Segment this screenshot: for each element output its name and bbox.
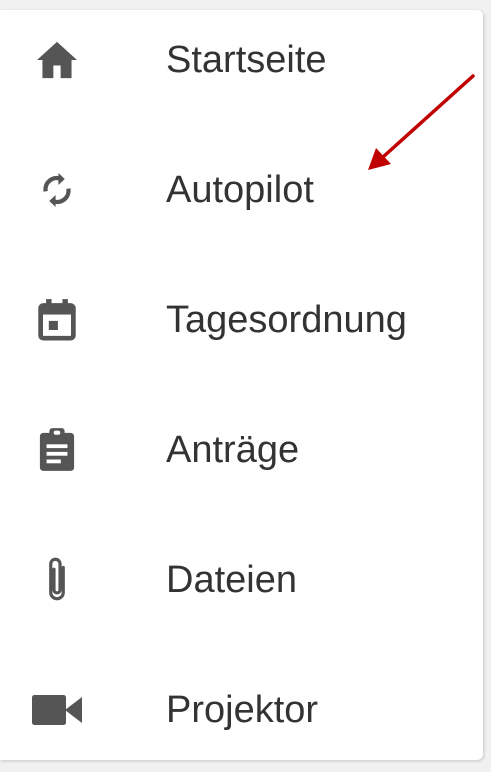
menu-item-dateien[interactable]: Dateien <box>0 520 483 640</box>
home-icon <box>28 0 86 120</box>
menu-item-antraege[interactable]: Anträge <box>0 390 483 510</box>
menu-item-label: Anträge <box>166 429 300 471</box>
menu-item-label: Projektor <box>166 689 319 731</box>
menu-item-label: Dateien <box>166 559 297 601</box>
menu-item-autopilot[interactable]: Autopilot <box>0 130 483 250</box>
main-navigation-menu: Startseite Autopilot Tagesordnung Anträg… <box>0 10 483 760</box>
menu-item-projektor[interactable]: Projektor <box>0 650 483 770</box>
calendar-icon <box>28 260 86 380</box>
menu-item-label: Tagesordnung <box>166 299 407 341</box>
menu-item-tagesordnung[interactable]: Tagesordnung <box>0 260 483 380</box>
paperclip-icon <box>28 520 86 640</box>
sync-icon <box>28 130 86 250</box>
menu-item-label: Autopilot <box>166 169 314 211</box>
menu-item-startseite[interactable]: Startseite <box>0 0 483 120</box>
clipboard-icon <box>28 390 86 510</box>
videocam-icon <box>28 650 86 770</box>
screenshot-frame: Startseite Autopilot Tagesordnung Anträg… <box>0 0 491 772</box>
menu-item-label: Startseite <box>166 39 327 81</box>
